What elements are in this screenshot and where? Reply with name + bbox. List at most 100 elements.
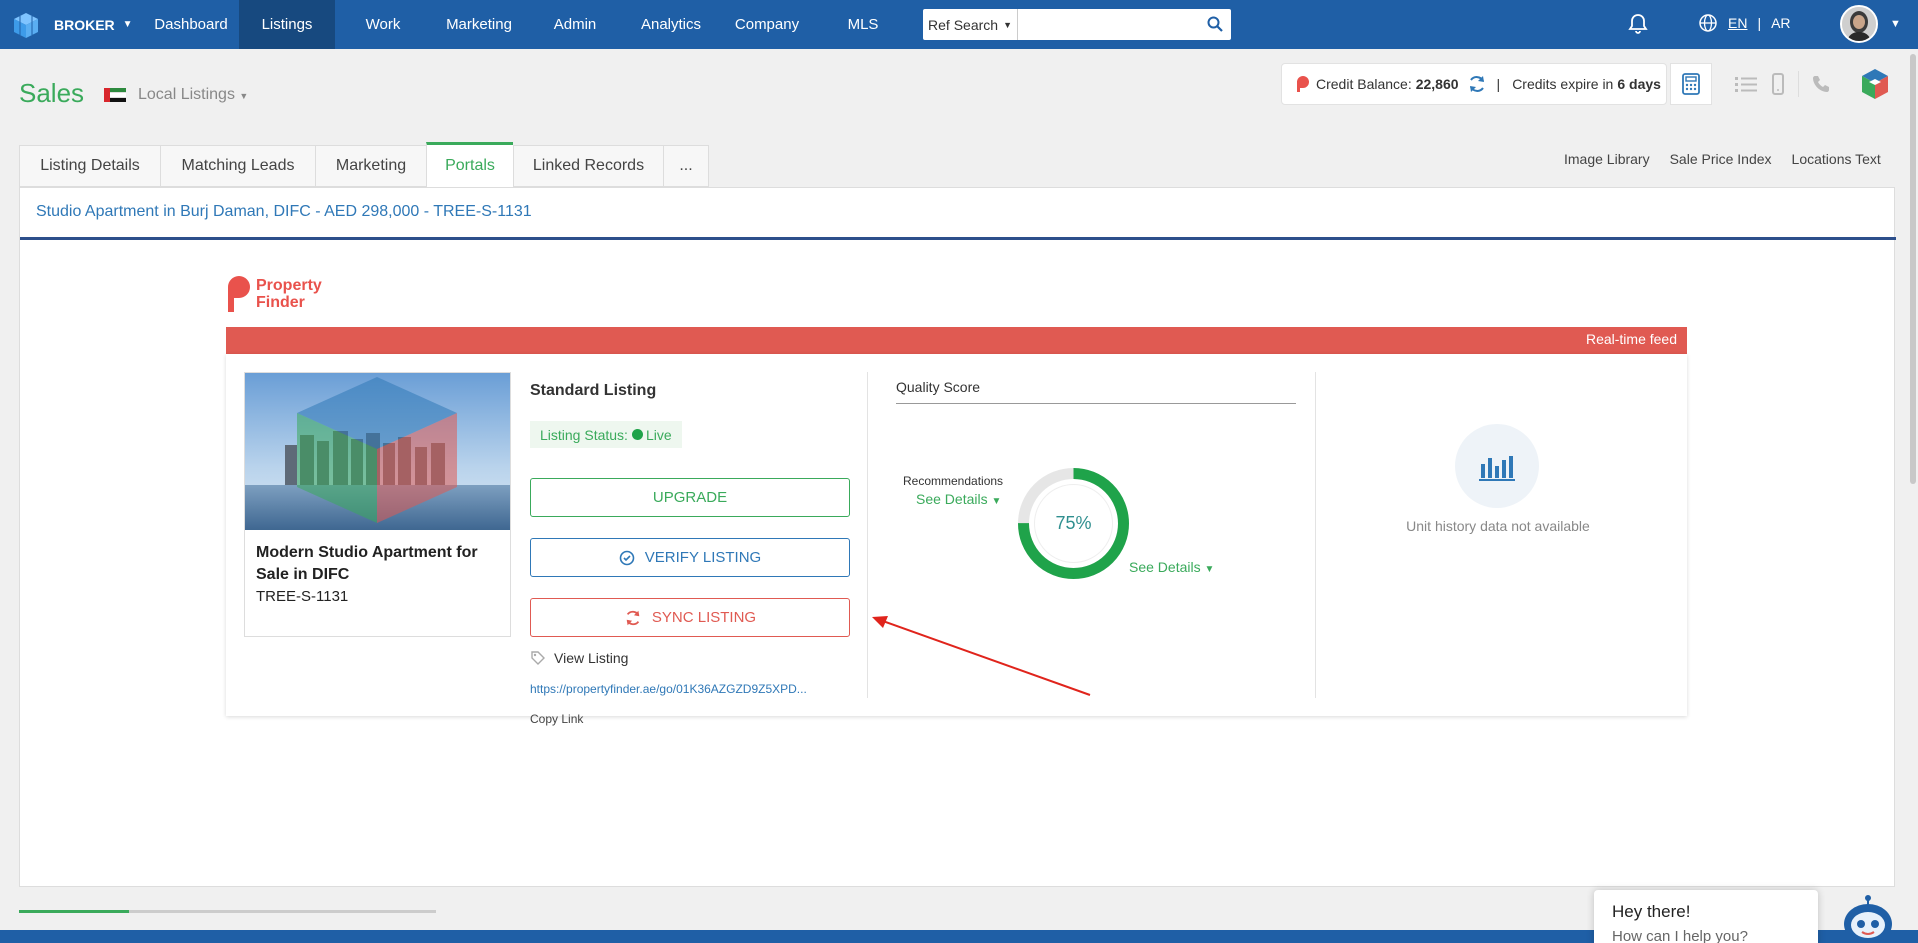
- refresh-icon[interactable]: [1467, 74, 1487, 94]
- mobile-icon[interactable]: [1770, 73, 1786, 95]
- status-badge: Listing Status: Live: [530, 421, 682, 448]
- property-finder-logo-icon: [228, 276, 250, 312]
- bell-icon[interactable]: [1626, 12, 1650, 36]
- tab-linked-records[interactable]: Linked Records: [513, 145, 663, 187]
- nav-analytics[interactable]: Analytics: [623, 0, 719, 49]
- upgrade-button[interactable]: UPGRADE: [530, 478, 850, 517]
- language-switch: EN | AR: [1698, 13, 1791, 33]
- record-tabs: Listing Details Matching Leads Marketing…: [19, 142, 709, 187]
- chevron-down-icon[interactable]: ▼: [1890, 18, 1901, 30]
- unit-history-badge: [1455, 424, 1539, 508]
- brand-menu[interactable]: BROKER ▼: [0, 0, 143, 49]
- ref-search-dropdown[interactable]: Ref Search ▼: [923, 9, 1018, 40]
- caret-down-icon: ▼: [1204, 564, 1215, 575]
- listing-type: Standard Listing: [530, 382, 657, 399]
- view-listing-link[interactable]: View Listing: [530, 650, 628, 666]
- quality-score-value: 75%: [1055, 513, 1091, 533]
- live-dot-icon: [631, 429, 643, 440]
- page-title: Sales: [19, 78, 85, 108]
- brand-logo-icon: [14, 12, 38, 38]
- quality-score-donut: 75%: [1018, 468, 1129, 579]
- credit-value: 22,860: [1415, 76, 1459, 92]
- chatbot-icon[interactable]: [1840, 894, 1896, 943]
- chat-widget[interactable]: Hey there! How can I help you?: [1594, 890, 1818, 943]
- list-icon[interactable]: [1734, 74, 1758, 94]
- nav-dashboard[interactable]: Dashboard: [143, 0, 239, 49]
- scrollbar[interactable]: [1910, 54, 1916, 484]
- bar-chart-icon: [1479, 456, 1515, 481]
- see-details-recommendations[interactable]: See Details ▼: [916, 491, 1001, 507]
- listing-name: Modern Studio Apartment for Sale in DIFC: [256, 544, 478, 583]
- credit-label: Credit Balance:: [1316, 76, 1412, 92]
- sync-listing-button[interactable]: SYNC LISTING: [530, 598, 850, 637]
- see-details-score[interactable]: See Details ▼: [1129, 559, 1214, 575]
- tab-portals[interactable]: Portals: [426, 142, 513, 187]
- sync-icon: [626, 610, 640, 625]
- divider: [1315, 372, 1316, 698]
- uae-flag-icon: [104, 88, 126, 102]
- tab-matching-leads[interactable]: Matching Leads: [160, 145, 315, 187]
- top-nav: BROKER ▼ Dashboard Listings Work Marketi…: [0, 0, 1918, 49]
- caret-down-icon: ▼: [991, 496, 1002, 507]
- cube-app-icon[interactable]: [1859, 67, 1891, 101]
- chat-greeting: Hey there!: [1612, 902, 1691, 921]
- nav-mls[interactable]: MLS: [815, 0, 911, 49]
- feed-bar: Real-time feed: [226, 327, 1687, 354]
- listing-preview[interactable]: Modern Studio Apartment for Sale in DIFC…: [244, 372, 511, 637]
- listing-scope-dropdown[interactable]: Local Listings ▼: [138, 86, 248, 104]
- nav-listings[interactable]: Listings: [239, 0, 335, 49]
- status-label: Listing Status:: [540, 426, 628, 443]
- lang-en[interactable]: EN: [1728, 15, 1747, 31]
- status-value: Live: [645, 426, 672, 443]
- credit-separator: |: [1496, 76, 1501, 92]
- tag-icon: [531, 651, 545, 665]
- chevron-down-icon: ▼: [122, 19, 133, 30]
- tab-marketing[interactable]: Marketing: [315, 145, 426, 187]
- link-image-library[interactable]: Image Library: [1564, 151, 1650, 167]
- divider: [1798, 71, 1799, 97]
- listing-title[interactable]: Studio Apartment in Burj Daman, DIFC - A…: [36, 203, 532, 221]
- nav-admin[interactable]: Admin: [527, 0, 623, 49]
- listing-photo: [245, 373, 510, 530]
- nav-company[interactable]: Company: [719, 0, 815, 49]
- caret-down-icon: ▼: [1003, 19, 1012, 30]
- phone-icon[interactable]: [1811, 74, 1831, 94]
- calculator-icon: [1682, 73, 1700, 95]
- verify-label: VERIFY LISTING: [644, 549, 762, 566]
- unit-history-message: Unit history data not available: [1406, 518, 1590, 534]
- see-details-label: See Details: [1129, 559, 1201, 575]
- lang-ar[interactable]: AR: [1771, 15, 1790, 31]
- toolbar-icons: [1734, 71, 1831, 97]
- property-finder-icon: [1297, 76, 1309, 92]
- listing-ref: TREE-S-1131: [256, 588, 349, 605]
- right-links: Image Library Sale Price Index Locations…: [1564, 151, 1881, 167]
- check-circle-icon: [619, 550, 635, 565]
- tab-listing-details[interactable]: Listing Details: [19, 145, 160, 187]
- divider: [867, 372, 868, 698]
- annotation-arrow-icon: [872, 616, 1091, 696]
- upgrade-label: UPGRADE: [652, 489, 728, 506]
- chat-prompt: How can I help you?: [1612, 928, 1748, 943]
- caret-down-icon: ▼: [239, 91, 249, 101]
- sync-label: SYNC LISTING: [651, 609, 757, 626]
- logo-line2: Finder: [256, 294, 305, 311]
- listing-url[interactable]: https://propertyfinder.ae/go/01K36AZGZD9…: [530, 682, 807, 696]
- copy-link[interactable]: Copy Link: [530, 712, 583, 726]
- credit-balance: Credit Balance: 22,860 | Credits expire …: [1281, 63, 1667, 105]
- property-finder-logo: Property Finder: [226, 274, 322, 314]
- link-locations-text[interactable]: Locations Text: [1792, 151, 1881, 167]
- calculator-button[interactable]: [1670, 63, 1712, 105]
- avatar[interactable]: [1840, 5, 1878, 43]
- view-listing-label: View Listing: [554, 650, 629, 666]
- credit-expire-label: Credits expire in: [1512, 76, 1614, 92]
- search-icon[interactable]: [1207, 16, 1223, 32]
- search-input[interactable]: [1018, 9, 1231, 40]
- ref-search-label: Ref Search: [928, 16, 999, 33]
- link-sale-price-index[interactable]: Sale Price Index: [1670, 151, 1772, 167]
- nav-work[interactable]: Work: [335, 0, 431, 49]
- lang-separator: |: [1757, 15, 1762, 31]
- verify-listing-button[interactable]: VERIFY LISTING: [530, 538, 850, 577]
- brand-name: BROKER: [54, 16, 115, 33]
- nav-marketing[interactable]: Marketing: [431, 0, 527, 49]
- tab-more[interactable]: ...: [663, 145, 709, 187]
